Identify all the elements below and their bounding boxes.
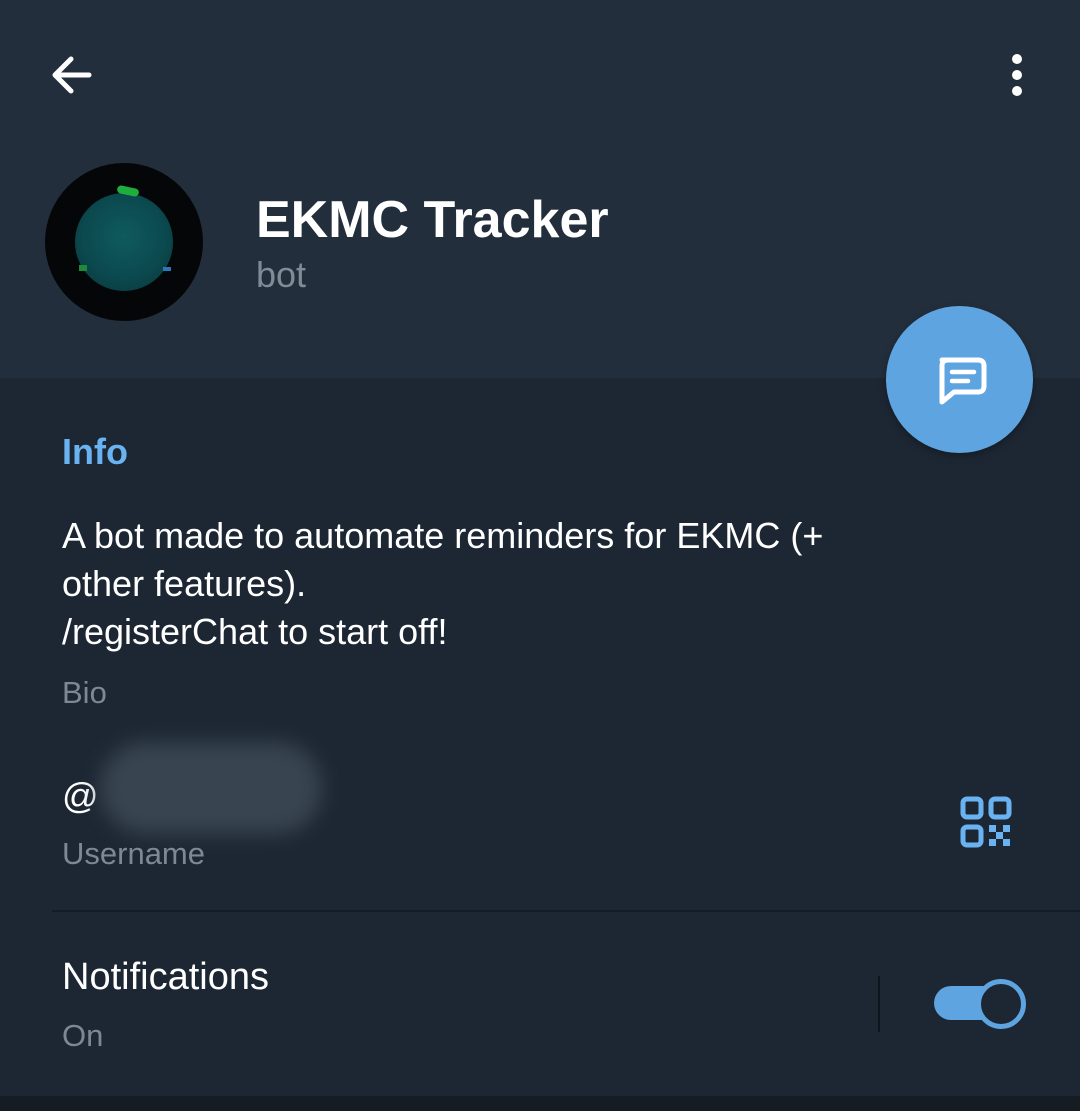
back-button[interactable] — [38, 42, 104, 108]
bottom-edge — [0, 1096, 1080, 1111]
avatar-image — [75, 193, 173, 291]
qr-code-button[interactable] — [950, 786, 1022, 858]
bio-text[interactable]: A bot made to automate reminders for EKM… — [62, 512, 1002, 656]
username-prefix: @ — [62, 775, 99, 816]
info-section-title: Info — [62, 431, 128, 472]
bio-line: /registerChat to start off! — [62, 611, 448, 652]
avatar[interactable] — [45, 163, 203, 321]
divider — [52, 910, 1080, 912]
more-options-button[interactable] — [986, 42, 1048, 108]
more-vertical-icon — [1012, 54, 1022, 96]
profile-subtitle: bot — [256, 254, 307, 295]
username-label: Username — [62, 836, 205, 871]
username-value[interactable]: @ — [62, 772, 99, 820]
toggle-knob — [976, 979, 1026, 1029]
vertical-separator — [878, 976, 880, 1032]
qr-code-icon — [960, 796, 1012, 848]
arrow-left-icon — [52, 56, 92, 94]
bio-label: Bio — [62, 675, 107, 710]
bio-line: other features). — [62, 563, 307, 604]
profile-name: EKMC Tracker — [256, 191, 609, 249]
bio-line: A bot made to automate reminders for EKM… — [62, 515, 824, 556]
profile-page: EKMC Tracker bot Info A bot made to auto… — [0, 0, 1080, 1111]
send-message-button[interactable] — [886, 306, 1033, 453]
notifications-status: On — [62, 1018, 104, 1053]
username-redacted — [100, 742, 322, 834]
notifications-title[interactable]: Notifications — [62, 954, 269, 1000]
notifications-toggle[interactable] — [932, 976, 1026, 1030]
message-icon — [939, 357, 986, 404]
